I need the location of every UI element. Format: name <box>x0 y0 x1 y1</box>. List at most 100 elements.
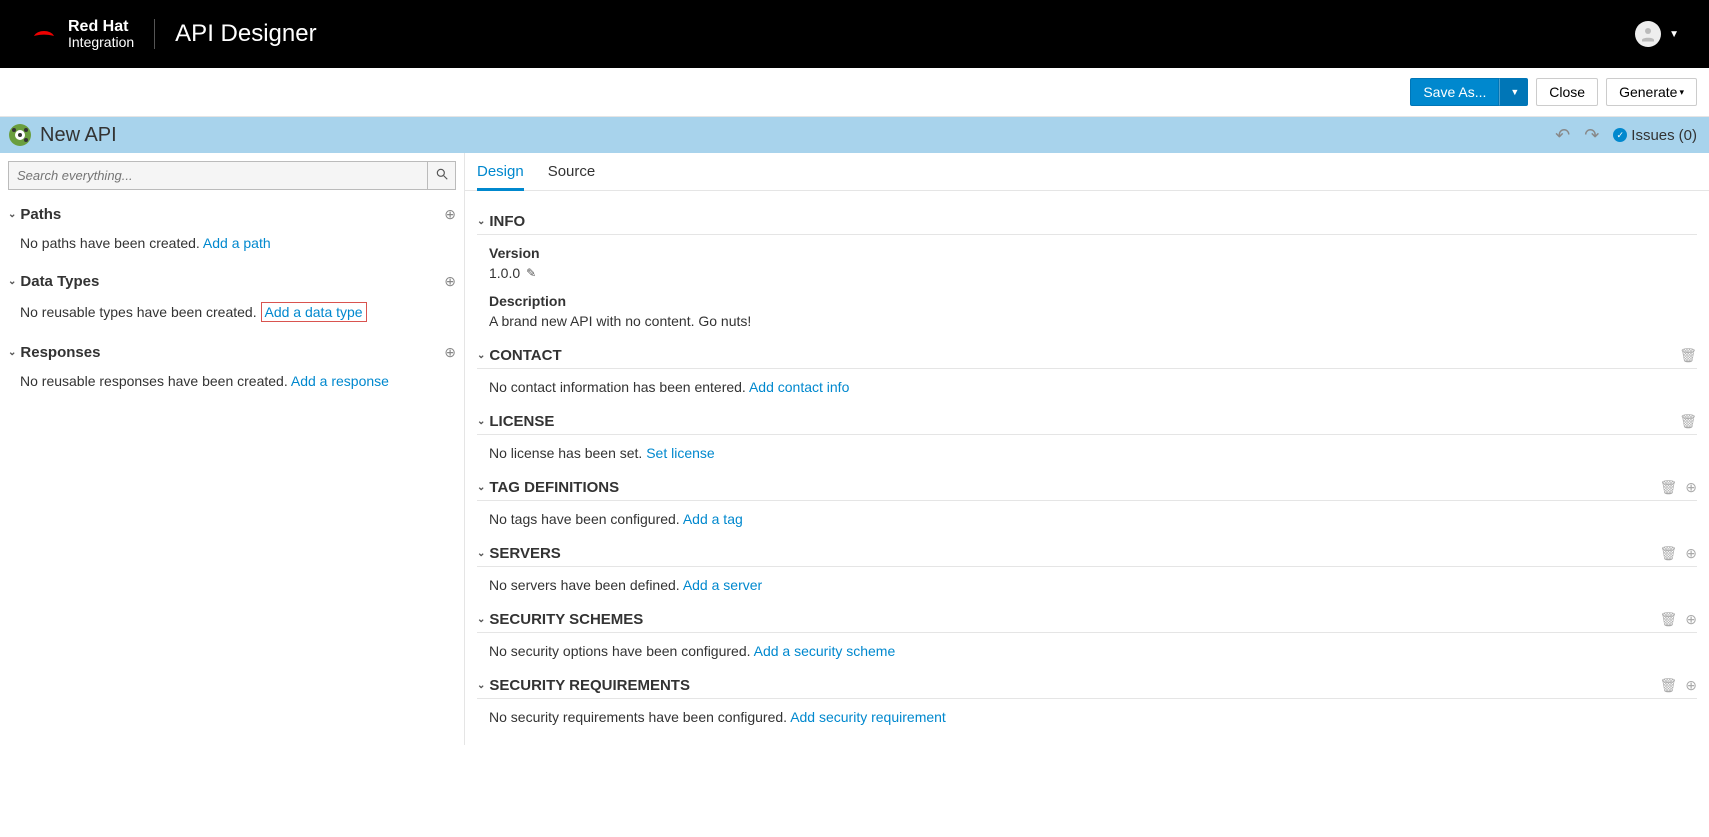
search-icon <box>435 167 449 181</box>
check-circle-icon: ✓ <box>1613 128 1627 142</box>
trash-icon[interactable]: 🗑 <box>1659 479 1677 496</box>
contact-body: No contact information has been entered.… <box>477 369 1697 395</box>
generate-button[interactable]: Generate▾ <box>1606 78 1697 106</box>
add-path-icon[interactable]: ⊕ <box>444 206 456 223</box>
api-titlebar: New API ↶ ↷ ✓ Issues (0) <box>0 117 1709 153</box>
chevron-down-icon: ⌄ <box>8 347 16 358</box>
security-req-header[interactable]: ⌄SECURITY REQUIREMENTS 🗑⊕ <box>477 677 1697 699</box>
add-tag-link[interactable]: Add a tag <box>683 511 743 527</box>
action-toolbar: Save As... ▼ Close Generate▾ <box>0 68 1709 117</box>
search-input[interactable] <box>9 162 427 189</box>
section-tags: ⌄ TAG DEFINITIONS 🗑 ⊕ No tags have been co… <box>477 479 1697 527</box>
add-security-req-link[interactable]: Add security requirement <box>790 709 946 725</box>
tags-title: TAG DEFINITIONS <box>489 479 619 496</box>
app-title: API Designer <box>175 20 316 48</box>
chevron-down-icon: ⌄ <box>477 350 485 361</box>
license-title: LICENSE <box>489 413 554 430</box>
section-servers: ⌄SERVERS 🗑⊕ No servers have been defined… <box>477 545 1697 593</box>
add-response-link[interactable]: Add a response <box>291 373 389 389</box>
api-icon <box>8 123 32 147</box>
close-button[interactable]: Close <box>1536 78 1598 106</box>
plus-circle-icon[interactable]: ⊕ <box>1685 479 1697 496</box>
issues-label: Issues <box>1631 127 1674 144</box>
tags-body: No tags have been configured. Add a tag <box>477 501 1697 527</box>
avatar[interactable] <box>1635 21 1661 47</box>
tab-design[interactable]: Design <box>477 163 524 191</box>
trash-icon[interactable]: 🗑 <box>1659 545 1677 562</box>
user-menu-caret-icon[interactable]: ▼ <box>1669 29 1679 40</box>
page-title: New API <box>40 124 117 147</box>
save-as-dropdown[interactable]: ▼ <box>1499 78 1528 106</box>
header-right: ▼ <box>1635 21 1679 47</box>
trash-icon[interactable]: 🗑 <box>1679 347 1697 364</box>
plus-circle-icon[interactable]: ⊕ <box>1685 677 1697 694</box>
license-header[interactable]: ⌄LICENSE 🗑 <box>477 413 1697 435</box>
servers-empty: No servers have been defined. <box>489 577 680 593</box>
paths-body: No paths have been created. Add a path <box>8 227 456 251</box>
user-icon <box>1639 25 1657 43</box>
sidebar: ⌄Paths ⊕ No paths have been created. Add… <box>0 153 465 745</box>
add-datatype-link[interactable]: Add a data type <box>265 304 363 320</box>
responses-header[interactable]: ⌄Responses ⊕ <box>8 340 456 365</box>
chevron-down-icon: ⌄ <box>477 614 485 625</box>
tab-source[interactable]: Source <box>548 163 596 190</box>
add-datatype-icon[interactable]: ⊕ <box>444 273 456 290</box>
set-license-link[interactable]: Set license <box>646 445 714 461</box>
undo-icon[interactable]: ↶ <box>1555 125 1570 146</box>
section-security-schemes: ⌄SECURITY SCHEMES 🗑⊕ No security options… <box>477 611 1697 659</box>
redo-icon[interactable]: ↷ <box>1584 125 1599 146</box>
trash-icon[interactable]: 🗑 <box>1659 611 1677 628</box>
tags-empty: No tags have been configured. <box>489 511 680 527</box>
main-content: ⌄INFO Version 1.0.0 ✎ Description A bran… <box>465 191 1709 745</box>
chevron-down-icon: ⌄ <box>8 209 16 220</box>
search-button[interactable] <box>427 162 455 189</box>
header-left: Red Hat Integration API Designer <box>30 19 317 49</box>
servers-body: No servers have been defined. Add a serv… <box>477 567 1697 593</box>
contact-empty: No contact information has been entered. <box>489 379 746 395</box>
servers-header[interactable]: ⌄SERVERS 🗑⊕ <box>477 545 1697 567</box>
add-response-icon[interactable]: ⊕ <box>444 344 456 361</box>
datatypes-title: Data Types <box>20 273 99 290</box>
trash-icon[interactable]: 🗑 <box>1679 413 1697 430</box>
caret-down-icon: ▼ <box>1510 87 1519 97</box>
add-datatype-highlight: Add a data type <box>261 302 367 322</box>
contact-header[interactable]: ⌄ CONTACT 🗑 <box>477 347 1697 369</box>
datatypes-header[interactable]: ⌄Data Types ⊕ <box>8 269 456 294</box>
description-label: Description <box>489 293 1697 309</box>
section-security-req: ⌄SECURITY REQUIREMENTS 🗑⊕ No security re… <box>477 677 1697 725</box>
security-req-empty: No security requirements have been confi… <box>489 709 787 725</box>
generate-label: Generate <box>1619 84 1677 100</box>
tags-header[interactable]: ⌄ TAG DEFINITIONS 🗑 ⊕ <box>477 479 1697 501</box>
app-header: Red Hat Integration API Designer ▼ <box>0 0 1709 68</box>
version-value-row: 1.0.0 ✎ <box>489 265 1697 281</box>
add-contact-link[interactable]: Add contact info <box>749 379 849 395</box>
issues-indicator[interactable]: ✓ Issues (0) <box>1613 127 1697 144</box>
save-as-button[interactable]: Save As... <box>1410 78 1499 106</box>
sidebar-datatypes: ⌄Data Types ⊕ No reusable types have bee… <box>8 269 456 322</box>
chevron-down-icon: ⌄ <box>477 548 485 559</box>
add-security-scheme-link[interactable]: Add a security scheme <box>754 643 896 659</box>
brand-text: Red Hat Integration <box>68 19 134 49</box>
datatypes-body: No reusable types have been created. Add… <box>8 294 456 322</box>
save-as-group: Save As... ▼ <box>1410 78 1528 106</box>
add-server-link[interactable]: Add a server <box>683 577 762 593</box>
pencil-icon[interactable]: ✎ <box>526 266 536 280</box>
plus-circle-icon[interactable]: ⊕ <box>1685 611 1697 628</box>
trash-icon[interactable]: 🗑 <box>1659 677 1677 694</box>
description-value: A brand new API with no content. Go nuts… <box>489 313 1697 329</box>
security-schemes-header[interactable]: ⌄SECURITY SCHEMES 🗑⊕ <box>477 611 1697 633</box>
info-header[interactable]: ⌄INFO <box>477 213 1697 235</box>
brand-bold: Red Hat <box>68 19 134 35</box>
titlebar-left: New API <box>8 123 117 147</box>
caret-down-icon: ▾ <box>1679 87 1684 98</box>
contact-title: CONTACT <box>489 347 561 364</box>
security-req-body: No security requirements have been confi… <box>477 699 1697 725</box>
paths-empty: No paths have been created. <box>20 235 200 251</box>
chevron-down-icon: ⌄ <box>477 482 485 493</box>
paths-header[interactable]: ⌄Paths ⊕ <box>8 202 456 227</box>
security-schemes-empty: No security options have been configured… <box>489 643 751 659</box>
plus-circle-icon[interactable]: ⊕ <box>1685 545 1697 562</box>
body-row: ⌄Paths ⊕ No paths have been created. Add… <box>0 153 1709 745</box>
add-path-link[interactable]: Add a path <box>203 235 271 251</box>
brand-logo: Red Hat Integration <box>30 19 134 49</box>
